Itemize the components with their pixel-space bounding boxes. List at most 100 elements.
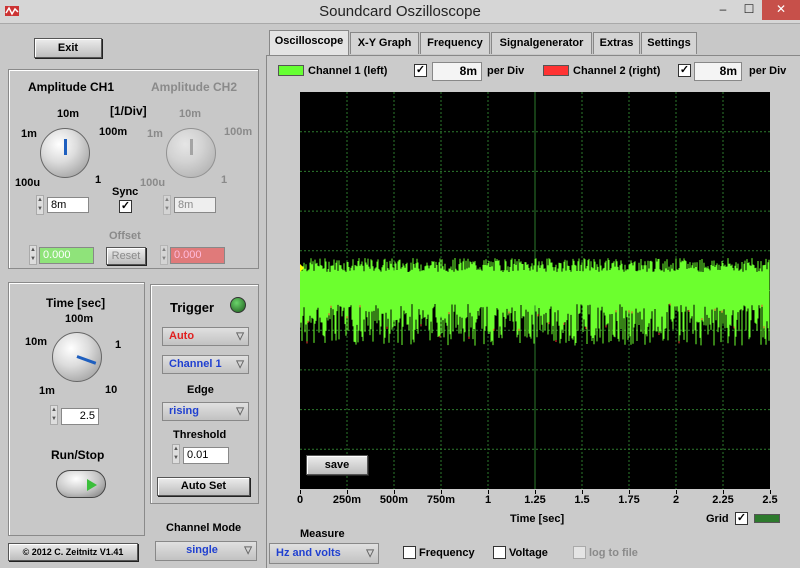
chevron-down-icon: ▽ (244, 545, 252, 556)
time-knob[interactable] (52, 332, 102, 382)
offset-ch1-spinner[interactable]: ▲ ▼ (29, 245, 37, 265)
tab-settings[interactable]: Settings (641, 32, 697, 54)
tab-signalgenerator[interactable]: Signalgenerator (491, 32, 592, 54)
runstop-button[interactable] (56, 470, 106, 498)
ch1-amplitude-spinner[interactable]: ▲ ▼ (36, 195, 44, 215)
edge-dropdown[interactable]: rising ▽ (162, 402, 249, 421)
time-tick-10m: 10m (25, 336, 48, 348)
edge-label: Edge (187, 384, 214, 396)
ch1-tick-1: 1 (95, 174, 102, 186)
unit-label: [1/Div] (110, 104, 147, 118)
ch1-amplitude-field[interactable]: 8m (47, 197, 89, 213)
ch2-amplitude-knob[interactable] (166, 128, 216, 178)
offset-ch2-field[interactable]: 0.000 (170, 247, 225, 264)
grid-color-swatch[interactable] (754, 514, 780, 523)
ch1-tick-100u: 100u (15, 177, 41, 189)
threshold-field[interactable]: 0.01 (183, 447, 229, 464)
ch2-enable-checkbox[interactable]: ✓ (678, 64, 691, 77)
time-tick-10: 10 (105, 384, 118, 396)
ch2-tick-1: 1 (221, 174, 228, 186)
time-title: Time [sec] (46, 296, 106, 310)
chevron-down-icon: ▽ (236, 359, 244, 370)
ch2-amplitude-field[interactable]: 8m (174, 197, 216, 213)
close-button[interactable]: ✕ (762, 0, 800, 20)
log-to-file-checkbox[interactable] (573, 546, 586, 559)
ch2-tick-100m: 100m (224, 126, 253, 138)
ch1-color-swatch[interactable] (278, 65, 304, 76)
ch1-tick-100m: 100m (99, 126, 128, 138)
grid-label: Grid (706, 513, 729, 525)
title-bar: Soundcard Oszilloscope – ☐ ✕ (0, 0, 800, 24)
ch2-color-swatch[interactable] (543, 65, 569, 76)
tab-frequency[interactable]: Frequency (420, 32, 490, 54)
ch1-label: Channel 1 (left) (308, 65, 388, 77)
trigger-title: Trigger (170, 300, 215, 315)
chevron-down-icon: ▽ (236, 331, 244, 342)
offset-ch1-field[interactable]: 0.000 (39, 247, 94, 264)
sync-checkbox[interactable]: ✓ (119, 200, 132, 213)
save-button[interactable]: save (306, 455, 368, 475)
x-tick-label: 2.25 (712, 494, 734, 506)
tab-extras[interactable]: Extras (593, 32, 640, 54)
copyright-label: © 2012 C. Zeitnitz V1.41 (8, 543, 138, 561)
time-tick-100m: 100m (65, 313, 94, 325)
x-tick-label: 0 (296, 494, 304, 506)
trigger-channel-dropdown[interactable]: Channel 1 ▽ (162, 355, 249, 374)
ch2-label: Channel 2 (right) (573, 65, 661, 77)
tab-xy-graph[interactable]: X-Y Graph (350, 32, 419, 54)
channel-mode-label: Channel Mode (166, 522, 242, 534)
channel-mode-dropdown[interactable]: single ▽ (155, 541, 257, 561)
threshold-spinner[interactable]: ▲ ▼ (172, 444, 180, 464)
voltage-label: Voltage (509, 547, 548, 559)
x-tick-label: 1.5 (574, 494, 590, 506)
window-title: Soundcard Oszilloscope (319, 3, 481, 20)
ch2-tick-1m: 1m (147, 128, 163, 140)
measure-dropdown[interactable]: Hz and volts ▽ (269, 543, 379, 564)
ch1-amplitude-knob[interactable] (40, 128, 90, 178)
ch2-tick-10m: 10m (179, 108, 202, 120)
trigger-mode-dropdown[interactable]: Auto ▽ (162, 327, 249, 346)
frequency-label: Frequency (419, 547, 475, 559)
minimize-button[interactable]: – (710, 0, 736, 20)
time-spinner[interactable]: ▲ ▼ (50, 405, 58, 425)
offset-ch2-spinner[interactable]: ▲ ▼ (160, 245, 168, 265)
exit-button[interactable]: Exit (34, 38, 102, 58)
x-tick-label: 250m (332, 494, 362, 506)
x-tick-label: 2 (672, 494, 680, 506)
ch1-tick-1m: 1m (21, 128, 37, 140)
ch1-tick-10m: 10m (57, 108, 80, 120)
time-tick-1: 1 (115, 339, 122, 351)
measure-label: Measure (300, 528, 345, 540)
ch1-per-div-field[interactable]: 8m (432, 62, 482, 81)
ch1-enable-checkbox[interactable]: ✓ (414, 64, 427, 77)
x-tick-label: 750m (426, 494, 456, 506)
runstop-label: Run/Stop (51, 448, 105, 462)
grid-checkbox[interactable]: ✓ (735, 512, 748, 525)
x-axis: 0 250m 500m 750m 1 1.25 1.5 1.75 2 2.25 2.5 (297, 490, 778, 510)
ch2-per-div-field[interactable]: 8m (694, 62, 742, 81)
edge-value: rising (169, 405, 199, 417)
x-tick-label: 500m (379, 494, 409, 506)
ch2-amplitude-spinner[interactable]: ▲ ▼ (163, 195, 171, 215)
ch2-tick-100u: 100u (140, 177, 166, 189)
tab-oscilloscope[interactable]: Oscilloscope (269, 30, 349, 55)
trigger-mode-value: Auto (169, 330, 195, 342)
offset-label: Offset (109, 230, 141, 242)
amplitude-ch2-title: Amplitude CH2 (151, 80, 238, 94)
voltage-checkbox[interactable] (493, 546, 506, 559)
x-tick-label: 2.5 (762, 494, 778, 506)
time-field[interactable]: 2.5 (61, 408, 99, 425)
x-axis-label: Time [sec] (510, 513, 565, 525)
scope-display[interactable] (300, 92, 770, 489)
ch1-per-div-label: per Div (487, 65, 525, 77)
trigger-channel-value: Channel 1 (169, 358, 222, 370)
chevron-down-icon: ▽ (366, 548, 374, 559)
offset-reset-button[interactable]: Reset (106, 247, 146, 265)
x-tick-label: 1.25 (524, 494, 546, 506)
amplitude-ch1-title: Amplitude CH1 (28, 80, 115, 94)
autoset-button[interactable]: Auto Set (157, 477, 250, 496)
maximize-button[interactable]: ☐ (736, 0, 762, 20)
ch2-per-div-label: per Div (749, 65, 787, 77)
x-tick-label: 1.75 (618, 494, 640, 506)
frequency-checkbox[interactable] (403, 546, 416, 559)
